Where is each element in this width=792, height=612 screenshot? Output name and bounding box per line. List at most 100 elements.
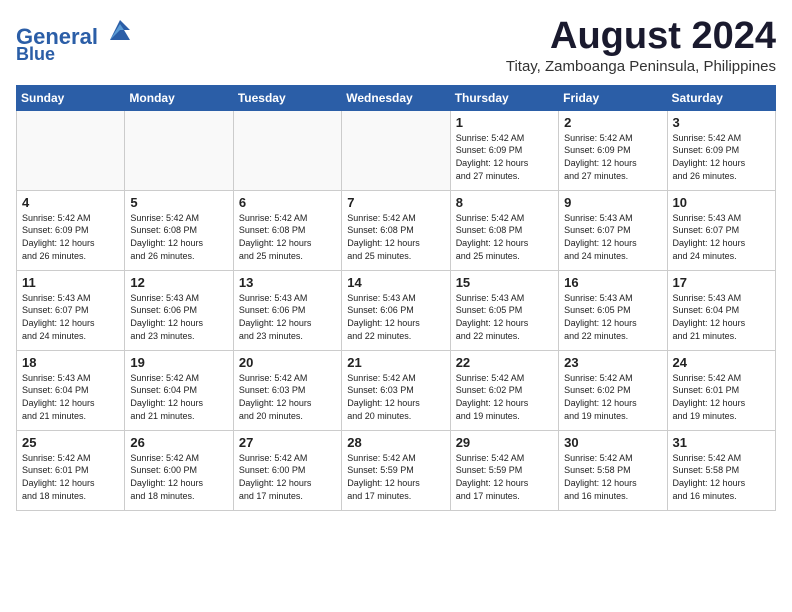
day-number: 11: [22, 275, 119, 290]
day-number: 9: [564, 195, 661, 210]
day-number: 8: [456, 195, 553, 210]
cell-info: Sunrise: 5:42 AM Sunset: 6:08 PM Dayligh…: [239, 212, 336, 262]
day-number: 30: [564, 435, 661, 450]
day-number: 31: [673, 435, 770, 450]
cell-info: Sunrise: 5:42 AM Sunset: 6:01 PM Dayligh…: [673, 372, 770, 422]
cell-info: Sunrise: 5:42 AM Sunset: 6:08 PM Dayligh…: [347, 212, 444, 262]
cell-info: Sunrise: 5:43 AM Sunset: 6:07 PM Dayligh…: [564, 212, 661, 262]
day-number: 18: [22, 355, 119, 370]
day-number: 14: [347, 275, 444, 290]
day-number: 20: [239, 355, 336, 370]
header-thursday: Thursday: [450, 85, 558, 110]
calendar-cell: 31 Sunrise: 5:42 AM Sunset: 5:58 PM Dayli…: [667, 430, 775, 510]
header-saturday: Saturday: [667, 85, 775, 110]
day-number: 1: [456, 115, 553, 130]
header-friday: Friday: [559, 85, 667, 110]
cell-info: Sunrise: 5:43 AM Sunset: 6:05 PM Dayligh…: [564, 292, 661, 342]
cell-info: Sunrise: 5:42 AM Sunset: 6:03 PM Dayligh…: [239, 372, 336, 422]
day-number: 7: [347, 195, 444, 210]
title-block: August 2024 Titay, Zamboanga Peninsula, …: [506, 16, 776, 75]
cell-info: Sunrise: 5:42 AM Sunset: 5:58 PM Dayligh…: [673, 452, 770, 502]
week-row-5: 25 Sunrise: 5:42 AM Sunset: 6:01 PM Dayli…: [17, 430, 776, 510]
day-number: 3: [673, 115, 770, 130]
cell-info: Sunrise: 5:42 AM Sunset: 6:09 PM Dayligh…: [564, 132, 661, 182]
cell-info: Sunrise: 5:43 AM Sunset: 6:04 PM Dayligh…: [673, 292, 770, 342]
calendar-cell: 7 Sunrise: 5:42 AM Sunset: 6:08 PM Daylig…: [342, 190, 450, 270]
cell-info: Sunrise: 5:43 AM Sunset: 6:06 PM Dayligh…: [130, 292, 227, 342]
calendar-cell: 26 Sunrise: 5:42 AM Sunset: 6:00 PM Dayli…: [125, 430, 233, 510]
cell-info: Sunrise: 5:43 AM Sunset: 6:07 PM Dayligh…: [22, 292, 119, 342]
header-sunday: Sunday: [17, 85, 125, 110]
day-number: 4: [22, 195, 119, 210]
calendar-cell: 22Sunrise: 5:42 AM Sunset: 6:02 PM Dayli…: [450, 350, 558, 430]
cell-info: Sunrise: 5:42 AM Sunset: 5:59 PM Dayligh…: [456, 452, 553, 502]
day-number: 16: [564, 275, 661, 290]
calendar-cell: 13Sunrise: 5:43 AM Sunset: 6:06 PM Dayli…: [233, 270, 341, 350]
cell-info: Sunrise: 5:43 AM Sunset: 6:05 PM Dayligh…: [456, 292, 553, 342]
calendar-cell: 23Sunrise: 5:42 AM Sunset: 6:02 PM Dayli…: [559, 350, 667, 430]
calendar-cell: [342, 110, 450, 190]
week-row-3: 11 Sunrise: 5:43 AM Sunset: 6:07 PM Dayli…: [17, 270, 776, 350]
calendar-cell: 8Sunrise: 5:42 AM Sunset: 6:08 PM Daylig…: [450, 190, 558, 270]
calendar-cell: 30 Sunrise: 5:42 AM Sunset: 5:58 PM Dayli…: [559, 430, 667, 510]
calendar-cell: 16 Sunrise: 5:43 AM Sunset: 6:05 PM Dayli…: [559, 270, 667, 350]
cell-info: Sunrise: 5:42 AM Sunset: 6:04 PM Dayligh…: [130, 372, 227, 422]
day-number: 26: [130, 435, 227, 450]
calendar-cell: 11 Sunrise: 5:43 AM Sunset: 6:07 PM Dayli…: [17, 270, 125, 350]
calendar-cell: 1 Sunrise: 5:42 AM Sunset: 6:09 PM Daylig…: [450, 110, 558, 190]
calendar-cell: 2 Sunrise: 5:42 AM Sunset: 6:09 PM Daylig…: [559, 110, 667, 190]
day-number: 19: [130, 355, 227, 370]
calendar-cell: 15 Sunrise: 5:43 AM Sunset: 6:05 PM Dayli…: [450, 270, 558, 350]
day-number: 29: [456, 435, 553, 450]
day-number: 13: [239, 275, 336, 290]
week-row-1: 1 Sunrise: 5:42 AM Sunset: 6:09 PM Daylig…: [17, 110, 776, 190]
day-number: 22: [456, 355, 553, 370]
day-number: 15: [456, 275, 553, 290]
calendar-cell: 24 Sunrise: 5:42 AM Sunset: 6:01 PM Dayli…: [667, 350, 775, 430]
day-number: 12: [130, 275, 227, 290]
calendar-cell: 27 Sunrise: 5:42 AM Sunset: 6:00 PM Dayli…: [233, 430, 341, 510]
calendar-cell: 21Sunrise: 5:42 AM Sunset: 6:03 PM Dayli…: [342, 350, 450, 430]
cell-info: Sunrise: 5:42 AM Sunset: 6:09 PM Dayligh…: [456, 132, 553, 182]
day-number: 27: [239, 435, 336, 450]
day-number: 10: [673, 195, 770, 210]
week-row-4: 18Sunrise: 5:43 AM Sunset: 6:04 PM Dayli…: [17, 350, 776, 430]
header-wednesday: Wednesday: [342, 85, 450, 110]
calendar-title: August 2024: [506, 16, 776, 58]
cell-info: Sunrise: 5:43 AM Sunset: 6:07 PM Dayligh…: [673, 212, 770, 262]
header-monday: Monday: [125, 85, 233, 110]
day-number: 28: [347, 435, 444, 450]
calendar-cell: [125, 110, 233, 190]
cell-info: Sunrise: 5:42 AM Sunset: 6:09 PM Dayligh…: [673, 132, 770, 182]
calendar-cell: 29 Sunrise: 5:42 AM Sunset: 5:59 PM Dayli…: [450, 430, 558, 510]
calendar-cell: 20 Sunrise: 5:42 AM Sunset: 6:03 PM Dayli…: [233, 350, 341, 430]
day-number: 2: [564, 115, 661, 130]
calendar-table: SundayMondayTuesdayWednesdayThursdayFrid…: [16, 85, 776, 511]
day-number: 17: [673, 275, 770, 290]
calendar-subtitle: Titay, Zamboanga Peninsula, Philippines: [506, 58, 776, 75]
day-number: 24: [673, 355, 770, 370]
header-tuesday: Tuesday: [233, 85, 341, 110]
cell-info: Sunrise: 5:42 AM Sunset: 5:59 PM Dayligh…: [347, 452, 444, 502]
cell-info: Sunrise: 5:42 AM Sunset: 5:58 PM Dayligh…: [564, 452, 661, 502]
calendar-cell: [233, 110, 341, 190]
day-number: 21: [347, 355, 444, 370]
day-number: 23: [564, 355, 661, 370]
calendar-cell: 10 Sunrise: 5:43 AM Sunset: 6:07 PM Dayli…: [667, 190, 775, 270]
calendar-cell: 12 Sunrise: 5:43 AM Sunset: 6:06 PM Dayli…: [125, 270, 233, 350]
cell-info: Sunrise: 5:42 AM Sunset: 6:00 PM Dayligh…: [130, 452, 227, 502]
cell-info: Sunrise: 5:42 AM Sunset: 6:08 PM Dayligh…: [130, 212, 227, 262]
calendar-cell: 17 Sunrise: 5:43 AM Sunset: 6:04 PM Dayli…: [667, 270, 775, 350]
calendar-cell: 28 Sunrise: 5:42 AM Sunset: 5:59 PM Dayli…: [342, 430, 450, 510]
calendar-cell: 19 Sunrise: 5:42 AM Sunset: 6:04 PM Dayli…: [125, 350, 233, 430]
cell-info: Sunrise: 5:42 AM Sunset: 6:01 PM Dayligh…: [22, 452, 119, 502]
day-number: 6: [239, 195, 336, 210]
calendar-cell: 18Sunrise: 5:43 AM Sunset: 6:04 PM Dayli…: [17, 350, 125, 430]
logo: General Blue: [16, 16, 134, 65]
calendar-cell: 3 Sunrise: 5:42 AM Sunset: 6:09 PM Daylig…: [667, 110, 775, 190]
page-header: General Blue August 2024 Titay, Zamboang…: [16, 16, 776, 75]
day-number: 25: [22, 435, 119, 450]
calendar-cell: 5Sunrise: 5:42 AM Sunset: 6:08 PM Daylig…: [125, 190, 233, 270]
calendar-cell: 25 Sunrise: 5:42 AM Sunset: 6:01 PM Dayli…: [17, 430, 125, 510]
cell-info: Sunrise: 5:42 AM Sunset: 6:00 PM Dayligh…: [239, 452, 336, 502]
